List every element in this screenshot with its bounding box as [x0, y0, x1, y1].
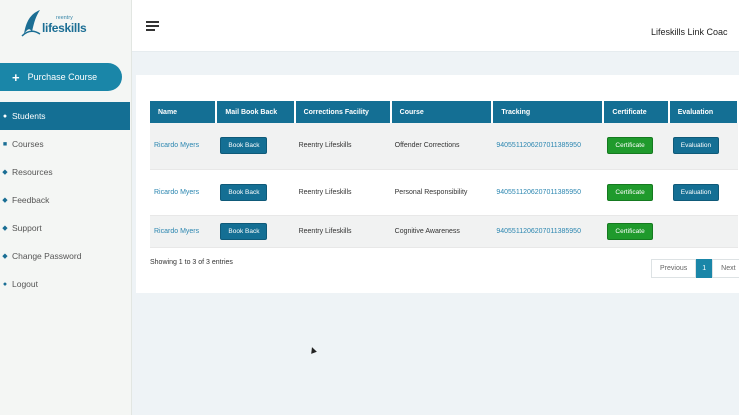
graduation-cap-icon: ■	[2, 140, 8, 148]
column-header-corrections-facility[interactable]: Corrections Facility	[294, 101, 392, 123]
sidebar-item-label: Support	[12, 223, 42, 233]
certificate-cell: Certificate	[603, 215, 669, 248]
table-row: Ricardo Myers Book Back Reentry Lifeskil…	[150, 123, 738, 170]
certificate-button[interactable]: Certificate	[607, 222, 653, 240]
sidebar-item-label: Courses	[12, 139, 44, 149]
sidebar-item-students[interactable]: ● Students	[0, 102, 130, 130]
certificate-button[interactable]: Certificate	[607, 183, 653, 201]
evaluation-button[interactable]: Evaluation	[672, 183, 720, 201]
course-cell: Cognitive Awareness	[390, 215, 493, 248]
support-icon: ◆	[2, 225, 8, 232]
facility-cell: Reentry Lifeskills	[294, 123, 391, 170]
course-cell: Offender Corrections	[390, 123, 493, 170]
column-header-mail-book-back[interactable]: Mail Book Back	[216, 101, 296, 123]
sidebar-item-label: Feedback	[12, 195, 50, 205]
purchase-course-button[interactable]: + Purchase Course	[0, 63, 122, 91]
plus-icon: +	[12, 69, 20, 85]
previous-page-button[interactable]: Previous	[651, 259, 697, 278]
bird-logo-icon	[21, 10, 41, 37]
mail-cell: Book Back	[216, 215, 295, 248]
column-header-evaluation[interactable]: Evaluation	[668, 101, 739, 123]
table-header-row: Name Mail Book Back Corrections Facility…	[150, 101, 739, 123]
sidebar-item-courses[interactable]: ■ Courses	[0, 130, 130, 158]
logout-icon: ●	[2, 280, 8, 288]
entries-info: Showing 1 to 3 of 3 entries	[150, 259, 233, 266]
student-name-link[interactable]: Ricardo Myers	[150, 215, 217, 248]
evaluation-cell	[668, 215, 738, 248]
evaluation-cell: Evaluation	[668, 169, 738, 216]
mail-cell: Book Back	[216, 169, 295, 216]
column-header-name[interactable]: Name	[150, 101, 218, 123]
mail-cell: Book Back	[216, 123, 295, 170]
facility-cell: Reentry Lifeskills	[294, 215, 391, 248]
students-card: Name Mail Book Back Corrections Facility…	[136, 75, 739, 293]
student-name-link[interactable]: Ricardo Myers	[150, 169, 217, 216]
sidebar-item-logout[interactable]: ● Logout	[0, 270, 130, 298]
sidebar-item-label: Logout	[12, 279, 38, 289]
evaluation-button[interactable]: Evaluation	[672, 137, 720, 155]
column-header-certificate[interactable]: Certificate	[603, 101, 670, 123]
certificate-cell: Certificate	[603, 123, 669, 170]
book-back-button[interactable]: Book Back	[220, 183, 268, 201]
table-row: Ricardo Myers Book Back Reentry Lifeskil…	[150, 169, 738, 216]
logo-big-text: lifeskills	[42, 21, 87, 35]
table-row: Ricardo Myers Book Back Reentry Lifeskil…	[150, 215, 738, 248]
sidebar-item-feedback[interactable]: ◆ Feedback	[0, 186, 130, 214]
sidebar-item-label: Students	[12, 111, 46, 121]
tracking-link[interactable]: 9405511206207011385950	[492, 123, 604, 170]
sidebar-item-resources[interactable]: ◆ Resources	[0, 158, 130, 186]
mouse-cursor-icon	[309, 346, 317, 354]
resources-icon: ◆	[2, 169, 8, 176]
tracking-link[interactable]: 9405511206207011385950	[492, 169, 604, 216]
top-bar: Lifeskills Link Coac	[132, 0, 739, 52]
student-name-link[interactable]: Ricardo Myers	[150, 123, 217, 170]
key-icon: ◆	[2, 253, 8, 260]
sidebar-item-label: Change Password	[12, 251, 82, 261]
hamburger-menu-icon[interactable]	[146, 21, 159, 31]
sidebar-item-change-password[interactable]: ◆ Change Password	[0, 242, 130, 270]
certificate-cell: Certificate	[603, 169, 669, 216]
facility-cell: Reentry Lifeskills	[294, 169, 391, 216]
sidebar-nav: ● Students ■ Courses ◆ Resources ◆ Feedb…	[0, 102, 130, 298]
sidebar: reentry lifeskills + Purchase Course ● S…	[0, 0, 132, 415]
certificate-button[interactable]: Certificate	[607, 137, 653, 155]
evaluation-cell: Evaluation	[668, 123, 738, 170]
column-header-tracking[interactable]: Tracking	[492, 101, 605, 123]
feedback-icon: ◆	[2, 197, 8, 204]
pagination: Previous 1 Next	[651, 259, 739, 278]
tracking-link[interactable]: 9405511206207011385950	[492, 215, 604, 248]
column-header-course[interactable]: Course	[390, 101, 494, 123]
course-cell: Personal Responsibility	[390, 169, 493, 216]
user-icon: ●	[2, 112, 8, 120]
sidebar-item-label: Resources	[12, 167, 53, 177]
sidebar-item-support[interactable]: ◆ Support	[0, 214, 130, 242]
purchase-course-label: Purchase Course	[27, 72, 98, 82]
book-back-button[interactable]: Book Back	[220, 137, 268, 155]
page-1-button[interactable]: 1	[696, 259, 713, 278]
book-back-button[interactable]: Book Back	[220, 222, 268, 240]
page-title: Lifeskills Link Coac	[651, 27, 728, 37]
logo[interactable]: reentry lifeskills	[20, 8, 100, 42]
students-table: Name Mail Book Back Corrections Facility…	[150, 101, 739, 248]
next-page-button[interactable]: Next	[712, 259, 739, 278]
